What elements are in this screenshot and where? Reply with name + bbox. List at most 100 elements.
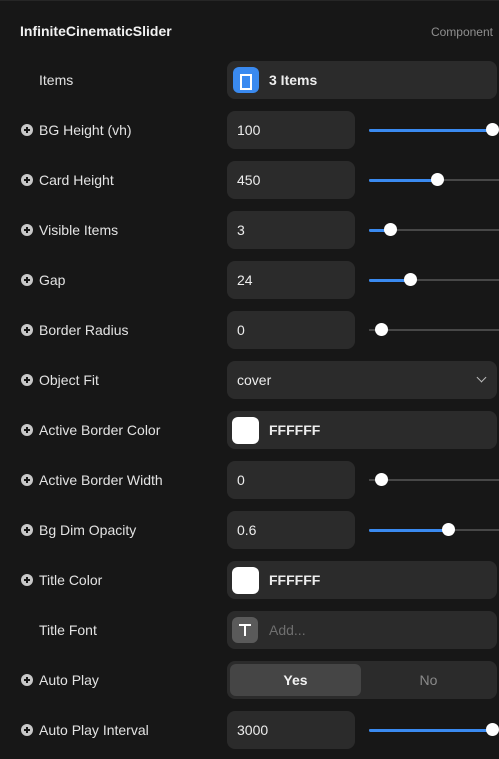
add-property-icon[interactable] (21, 174, 33, 186)
row-card-height: Card Height 450 (0, 155, 499, 205)
gap-value: 24 (237, 272, 253, 288)
border-radius-input[interactable]: 0 (227, 311, 355, 349)
add-property-icon[interactable] (21, 324, 33, 336)
add-property-icon[interactable] (21, 674, 33, 686)
component-tag: Component (430, 25, 493, 39)
bg-dim-opacity-slider[interactable] (369, 511, 499, 549)
border-radius-label: Border Radius (39, 322, 129, 338)
add-property-icon[interactable] (21, 424, 33, 436)
bg-height-input[interactable]: 100 (227, 111, 355, 149)
add-property-icon[interactable] (21, 274, 33, 286)
gap-input[interactable]: 24 (227, 261, 355, 299)
items-array-button[interactable]: 3 Items (227, 61, 497, 99)
auto-play-toggle: Yes No (227, 661, 497, 699)
add-property-icon[interactable] (21, 524, 33, 536)
card-height-slider[interactable] (369, 161, 499, 199)
slider-thumb[interactable] (486, 723, 499, 736)
slider-thumb[interactable] (442, 523, 455, 536)
auto-play-yes-option[interactable]: Yes (230, 664, 361, 696)
font-icon (232, 617, 258, 643)
visible-items-value: 3 (237, 222, 245, 238)
auto-play-interval-value: 3000 (237, 722, 269, 738)
color-swatch[interactable] (232, 417, 259, 444)
active-border-width-value: 0 (237, 472, 245, 488)
row-items: Items 3 Items (0, 55, 499, 105)
card-height-input[interactable]: 450 (227, 161, 355, 199)
slider-thumb[interactable] (486, 123, 499, 136)
border-radius-value: 0 (237, 322, 245, 338)
slider-track (369, 479, 499, 481)
yes-label: Yes (283, 672, 308, 688)
row-border-radius: Border Radius 0 (0, 305, 499, 355)
row-bg-dim-opacity: Bg Dim Opacity 0.6 (0, 505, 499, 555)
object-fit-label: Object Fit (39, 372, 99, 388)
active-border-color-value: FFFFFF (269, 422, 321, 438)
visible-items-input[interactable]: 3 (227, 211, 355, 249)
add-property-icon[interactable] (21, 224, 33, 236)
visible-items-label: Visible Items (39, 222, 119, 238)
auto-play-interval-slider[interactable] (369, 711, 499, 749)
auto-play-label: Auto Play (39, 672, 99, 688)
row-object-fit: Object Fit cover (0, 355, 499, 405)
items-count: 3 Items (269, 72, 318, 88)
row-auto-play: Auto Play Yes No (0, 655, 499, 705)
slider-thumb[interactable] (431, 173, 444, 186)
slider-fill (369, 529, 449, 532)
add-property-icon[interactable] (21, 374, 33, 386)
title-font-label: Title Font (39, 622, 97, 638)
card-height-value: 450 (237, 172, 261, 188)
chevron-down-icon (476, 372, 487, 383)
row-auto-play-interval: Auto Play Interval 3000 (0, 705, 499, 755)
title-font-placeholder: Add... (269, 622, 306, 638)
bg-height-slider[interactable] (369, 111, 499, 149)
no-label: No (419, 672, 438, 688)
slider-thumb[interactable] (375, 473, 388, 486)
gap-slider[interactable] (369, 261, 499, 299)
card-height-label: Card Height (39, 172, 114, 188)
component-title: InfiniteCinematicSlider (20, 23, 172, 39)
bg-dim-opacity-input[interactable]: 0.6 (227, 511, 355, 549)
array-icon (233, 67, 259, 93)
row-active-border-color: Active Border Color FFFFFF (0, 405, 499, 455)
slider-track (369, 329, 499, 331)
active-border-color-picker[interactable]: FFFFFF (227, 411, 497, 449)
panel-header: InfiniteCinematicSlider Component (0, 1, 499, 61)
add-property-icon[interactable] (21, 124, 33, 136)
title-color-value: FFFFFF (269, 572, 321, 588)
active-border-width-label: Active Border Width (39, 472, 163, 488)
row-title-font: Title Font Add... (0, 605, 499, 655)
slider-fill (369, 129, 493, 132)
bg-height-label: BG Height (vh) (39, 122, 132, 138)
title-color-label: Title Color (39, 572, 103, 588)
row-visible-items: Visible Items 3 (0, 205, 499, 255)
gap-label: Gap (39, 272, 66, 288)
bg-dim-opacity-label: Bg Dim Opacity (39, 522, 137, 538)
object-fit-select[interactable]: cover (227, 361, 497, 399)
auto-play-interval-input[interactable]: 3000 (227, 711, 355, 749)
bg-dim-opacity-value: 0.6 (237, 522, 257, 538)
bg-height-value: 100 (237, 122, 261, 138)
slider-thumb[interactable] (384, 223, 397, 236)
auto-play-interval-label: Auto Play Interval (39, 722, 149, 738)
add-property-icon[interactable] (21, 574, 33, 586)
border-radius-slider[interactable] (369, 311, 499, 349)
active-border-color-label: Active Border Color (39, 422, 161, 438)
color-swatch[interactable] (232, 567, 259, 594)
add-property-icon[interactable] (21, 724, 33, 736)
add-property-icon[interactable] (21, 474, 33, 486)
slider-fill (369, 729, 493, 732)
active-border-width-input[interactable]: 0 (227, 461, 355, 499)
title-font-picker[interactable]: Add... (227, 611, 497, 649)
title-color-picker[interactable]: FFFFFF (227, 561, 497, 599)
items-label: Items (39, 72, 74, 88)
row-bg-height: BG Height (vh) 100 (0, 105, 499, 155)
visible-items-slider[interactable] (369, 211, 499, 249)
slider-fill (369, 179, 438, 182)
object-fit-value: cover (237, 372, 272, 388)
row-gap: Gap 24 (0, 255, 499, 305)
slider-thumb[interactable] (404, 273, 417, 286)
active-border-width-slider[interactable] (369, 461, 499, 499)
slider-thumb[interactable] (375, 323, 388, 336)
auto-play-no-option[interactable]: No (363, 664, 494, 696)
row-title-color: Title Color FFFFFF (0, 555, 499, 605)
